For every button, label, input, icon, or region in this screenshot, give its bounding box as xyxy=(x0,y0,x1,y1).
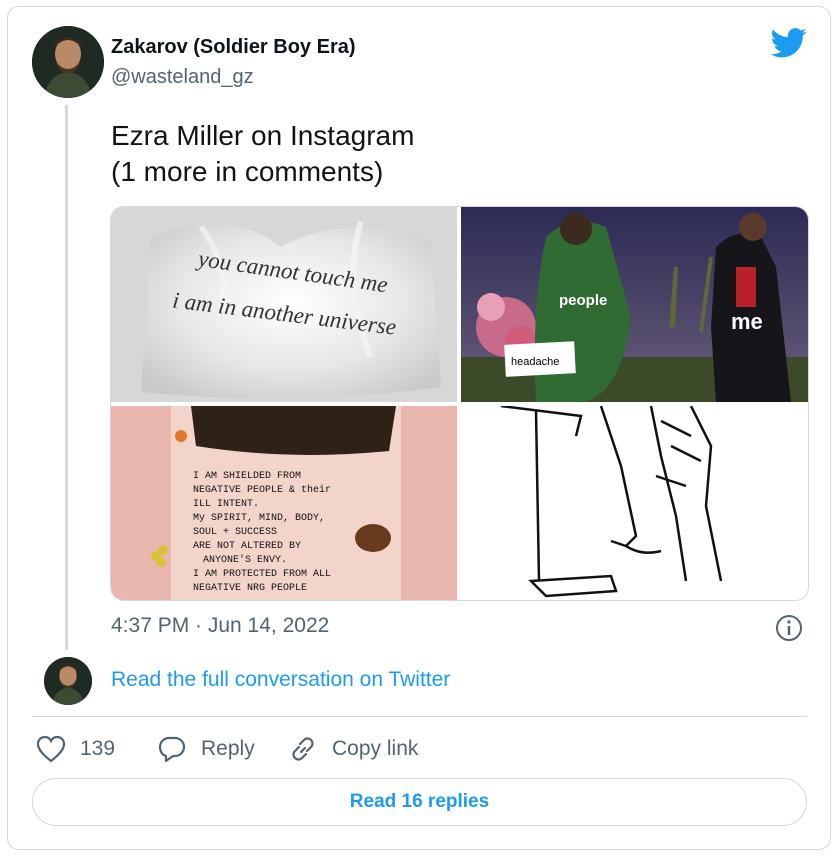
note-line: NEGATIVE NRG PEOPLE xyxy=(193,583,307,594)
meme-label-headache: headache xyxy=(511,356,559,368)
like-count: 139 xyxy=(80,737,116,760)
media-image-2[interactable]: headache people me xyxy=(461,207,808,402)
note-line: My SPIRIT, MIND, BODY, xyxy=(193,513,325,524)
twitter-bird-icon[interactable] xyxy=(770,28,807,63)
tweet-text-line: Ezra Miller on Instagram xyxy=(111,120,415,151)
tweet-text-line: (1 more in comments) xyxy=(111,156,384,187)
note-line: ARE NOT ALTERED BY xyxy=(193,541,301,552)
note-line: SOUL + SUCCESS xyxy=(193,527,277,538)
copy-link-action[interactable]: Copy link xyxy=(288,735,418,763)
author-name[interactable]: Zakarov (Soldier Boy Era) xyxy=(111,36,356,59)
reply-label: Reply xyxy=(201,737,255,760)
note-line: I AM SHIELDED FROM xyxy=(193,471,301,482)
tweet-timestamp[interactable]: 4:37 PM · Jun 14, 2022 xyxy=(111,614,329,638)
author-avatar[interactable] xyxy=(32,26,104,98)
divider xyxy=(32,716,807,717)
copy-link-label: Copy link xyxy=(332,737,419,760)
heart-icon xyxy=(36,735,66,763)
read-replies-button[interactable]: Read 16 replies xyxy=(32,778,807,826)
note-line: ILL INTENT. xyxy=(193,499,259,510)
link-icon xyxy=(292,737,314,761)
media-image-3[interactable]: I AM SHIELDED FROM NEGATIVE PEOPLE & the… xyxy=(111,406,457,600)
note-line: ANYONE'S ENVY. xyxy=(203,554,287,566)
meme-label-me: me xyxy=(731,309,763,334)
reply-action[interactable]: Reply xyxy=(157,735,255,763)
read-conversation-link[interactable]: Read the full conversation on Twitter xyxy=(111,668,450,692)
thread-connector xyxy=(65,105,68,650)
conversation-avatar[interactable] xyxy=(44,657,92,705)
note-line: I AM PROTECTED FROM ALL xyxy=(193,569,331,580)
media-image-4[interactable] xyxy=(461,406,808,600)
tweet-text: Ezra Miller on Instagram (1 more in comm… xyxy=(111,118,414,190)
media-image-1[interactable]: you cannot touch me i am in another univ… xyxy=(111,207,457,402)
media-grid: you cannot touch me i am in another univ… xyxy=(110,206,809,601)
info-icon[interactable] xyxy=(775,614,803,647)
reply-icon xyxy=(158,736,186,763)
meme-label-people: people xyxy=(559,292,607,309)
author-handle[interactable]: @wasteland_gz xyxy=(111,66,254,89)
like-action[interactable]: 139 xyxy=(36,735,115,763)
note-line: NEGATIVE PEOPLE & their xyxy=(193,484,331,496)
